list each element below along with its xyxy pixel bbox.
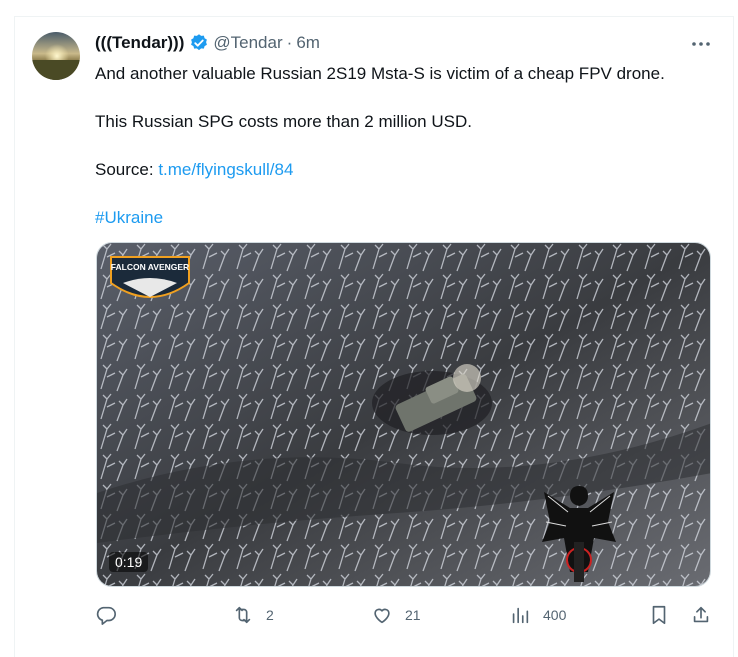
more-options-icon[interactable] <box>690 36 712 52</box>
badge-text: FALCON AVENGER <box>111 262 189 272</box>
falcon-avenger-logo: FALCON AVENGER <box>110 256 190 298</box>
share-button[interactable] <box>690 600 712 630</box>
reaper-emblem <box>542 486 616 582</box>
source-label: Source: <box>95 160 159 179</box>
video-timer: 0:19 <box>109 552 149 572</box>
repost-count: 2 <box>266 607 274 623</box>
tweet-timestamp[interactable]: 6m <box>296 33 320 53</box>
like-button[interactable]: 21 <box>371 600 421 630</box>
repost-icon <box>235 606 251 624</box>
views-button[interactable]: 400 <box>509 600 566 630</box>
tweet-header: (((Tendar))) @Tendar · 6m <box>95 31 320 55</box>
tweet-source: Source: t.me/flyingskull/84 <box>95 158 715 182</box>
author-name[interactable]: (((Tendar))) <box>95 33 184 53</box>
views-icon <box>512 607 529 624</box>
action-bar: 2 21 400 <box>95 600 717 630</box>
author-handle[interactable]: @Tendar <box>213 33 282 53</box>
bookmark-button[interactable] <box>648 600 670 630</box>
share-icon <box>693 606 709 623</box>
like-count: 21 <box>405 607 421 623</box>
hashtag-link[interactable]: #Ukraine <box>95 208 163 227</box>
reply-icon <box>96 606 116 625</box>
tweet-text: And another valuable Russian 2S19 Msta-S… <box>95 62 715 254</box>
reply-button[interactable] <box>95 600 117 630</box>
verified-badge-icon <box>191 34 208 51</box>
tweet-line-1: And another valuable Russian 2S19 Msta-S… <box>95 64 665 83</box>
bookmark-icon <box>652 605 666 625</box>
header-separator: · <box>286 33 293 52</box>
video-player[interactable]: FALCON AVENGER 0:19 <box>96 242 711 587</box>
heart-icon <box>374 608 390 624</box>
repost-button[interactable]: 2 <box>232 600 274 630</box>
tweet-line-2: This Russian SPG costs more than 2 milli… <box>95 112 472 131</box>
author-avatar[interactable] <box>32 32 80 80</box>
views-count: 400 <box>543 607 567 623</box>
source-link[interactable]: t.me/flyingskull/84 <box>158 160 293 179</box>
